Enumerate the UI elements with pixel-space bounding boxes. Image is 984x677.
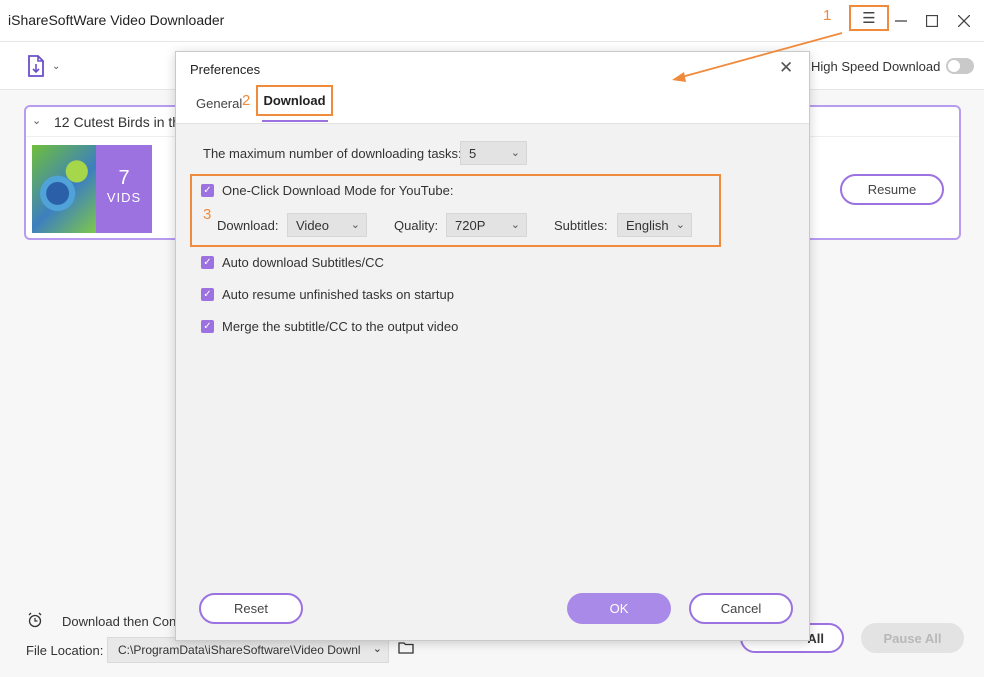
folder-icon[interactable] [398,641,414,654]
quality-select[interactable]: 720P ⌄ [446,213,527,237]
high-speed-label: High Speed Download [811,59,941,74]
cancel-button[interactable]: Cancel [689,593,793,624]
chevron-down-icon: ⌄ [510,219,520,231]
chevron-down-icon: ⌄ [52,60,61,72]
download-type-label: Download: [217,218,279,233]
annotation-3: 3 [203,206,212,223]
auto-resume-label: Auto resume unfinished tasks on startup [222,287,454,302]
auto-resume-checkbox[interactable]: ✓ [201,288,214,301]
task-title: 12 Cutest Birds in th [54,114,181,130]
minimize-button[interactable] [888,8,914,34]
high-speed-toggle[interactable] [946,58,974,74]
paste-url-button[interactable]: ⌄ [26,52,74,80]
subtitles-value: English [626,218,669,233]
auto-subtitles-label: Auto download Subtitles/CC [222,255,384,270]
chevron-down-icon: ⌄ [350,219,360,231]
annotation-2: 2 [242,92,251,109]
chevron-down-icon: ⌄ [510,147,520,159]
app-title: iShareSoftWare Video Downloader [8,12,225,28]
video-thumbnail [32,145,96,233]
quality-value: 720P [455,218,486,233]
one-click-checkbox[interactable]: ✓ [201,184,214,197]
max-tasks-value: 5 [469,146,477,161]
download-then-convert-label[interactable]: Download then Conv [62,614,183,629]
merge-subtitles-label: Merge the subtitle/CC to the output vide… [222,319,459,334]
minimize-icon [895,20,907,22]
dialog-title: Preferences [190,62,261,77]
pause-all-button[interactable]: Pause All [861,623,964,653]
close-icon [958,15,970,27]
vids-count: 7 [118,167,130,189]
download-type-select[interactable]: Video ⌄ [287,213,367,237]
merge-subtitles-checkbox[interactable]: ✓ [201,320,214,333]
one-click-label: One-Click Download Mode for YouTube: [222,183,454,198]
menu-button[interactable]: ☰ [849,5,889,31]
vids-badge: 7 VIDS [96,145,152,233]
paste-url-icon [28,55,44,77]
subtitles-select[interactable]: English ⌄ [617,213,692,237]
quality-label: Quality: [394,218,439,233]
hamburger-icon: ☰ [862,10,876,27]
subtitles-label: Subtitles: [554,218,608,233]
collapse-chevron-icon[interactable]: ⌄ [32,114,41,127]
tab-general[interactable]: General [196,96,242,111]
ok-button[interactable]: OK [567,593,671,624]
dialog-close-icon[interactable]: ✕ [779,58,793,78]
resume-button[interactable]: Resume [840,174,944,205]
max-tasks-label: The maximum number of downloading tasks: [203,146,462,161]
chevron-down-icon: ⌄ [675,219,685,231]
close-window-button[interactable] [951,8,977,34]
title-bar: iShareSoftWare Video Downloader ☰ [0,0,984,42]
maximize-icon [926,15,938,27]
alarm-clock-icon[interactable] [27,612,43,628]
max-tasks-select[interactable]: 5 ⌄ [460,141,527,165]
reset-button[interactable]: Reset [199,593,303,624]
chevron-down-icon: ⌄ [372,643,382,655]
file-location-value: C:\ProgramData\iShareSoftware\Video Down… [118,643,361,657]
maximize-button[interactable] [919,8,945,34]
download-type-value: Video [296,218,330,233]
tab-download[interactable]: Download [256,85,333,116]
auto-subtitles-checkbox[interactable]: ✓ [201,256,214,269]
active-tab-indicator [262,120,328,122]
annotation-1: 1 [823,7,832,24]
dialog-header: Preferences ✕ General Download [176,52,809,124]
file-location-label: File Location: [26,643,104,658]
vids-label: VIDS [106,190,142,205]
preferences-dialog: Preferences ✕ General Download [175,51,810,641]
